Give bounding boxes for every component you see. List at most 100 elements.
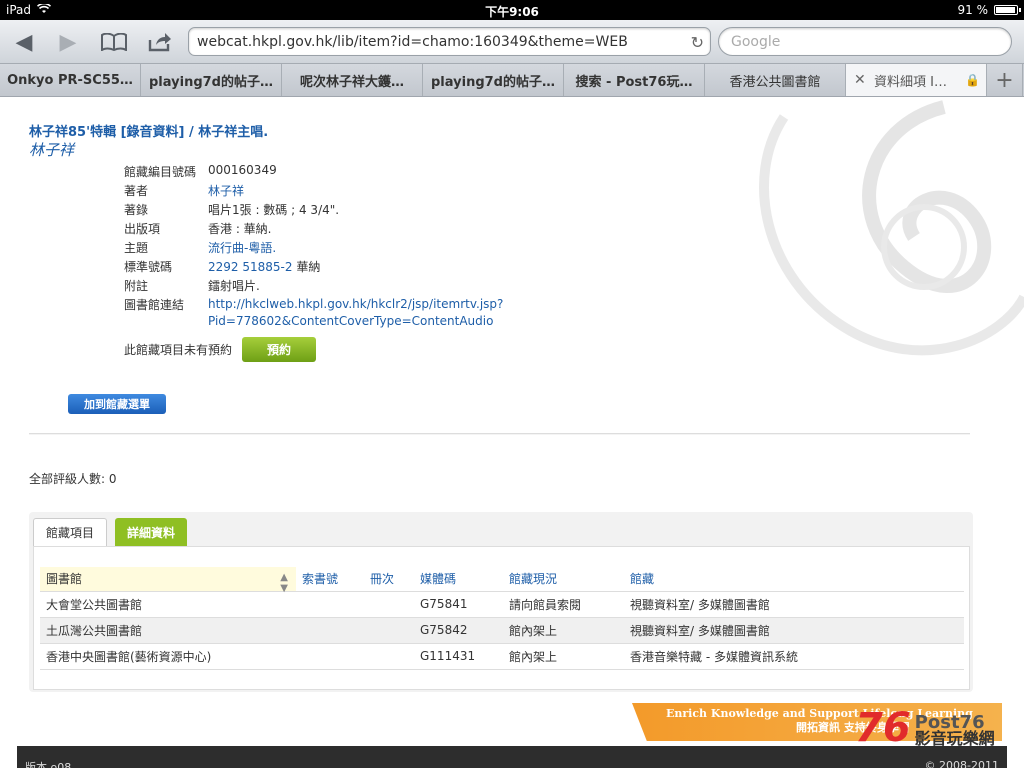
detail-key: 主題: [124, 241, 149, 255]
library-link[interactable]: http://hkclweb.hkpl.gov.hk/hkclr2/jsp/it…: [208, 296, 503, 332]
back-button[interactable]: ◀: [8, 28, 40, 56]
column-header[interactable]: 媒體碼: [414, 567, 503, 592]
forward-arrow-icon: ▶: [59, 29, 77, 55]
tab-label: 呢次林子祥大鑊…: [299, 74, 404, 90]
tab-bar: Onkyo PR-SC55… playing7d的帖子… 呢次林子祥大鑊… pl…: [0, 64, 1024, 97]
new-tab-button[interactable]: +: [987, 64, 1023, 96]
record-title[interactable]: 林子祥85'特輯 [錄音資料] / 林子祥主唱.: [29, 121, 268, 140]
author-link[interactable]: 林子祥: [208, 182, 244, 201]
tab-holdings[interactable]: 館藏項目: [33, 518, 108, 546]
detail-value-suffix: 華納: [292, 260, 321, 274]
cell-collection: 視聽資料室/ 多媒體圖書館: [624, 591, 964, 618]
detail-value: 鐳射唱片.: [208, 279, 260, 293]
browser-tab[interactable]: playing7d的帖子…: [423, 64, 564, 96]
version-text: 版本 o08: [25, 761, 72, 768]
detail-row: 著者 林子祥: [124, 182, 503, 201]
cell-media-code: G111431: [414, 643, 503, 670]
record-author[interactable]: 林子祥: [29, 139, 74, 160]
detail-key: 著者: [124, 184, 149, 198]
table-row: 香港中央圖書館(藝術資源中心) G111431 館內架上 香港音樂特藏 - 多媒…: [40, 643, 964, 670]
search-field[interactable]: Google: [718, 27, 1012, 56]
tab-label: 搜索 - Post76玩…: [575, 74, 693, 90]
bookmarks-button[interactable]: [98, 28, 130, 56]
detail-key: 標準號碼: [124, 260, 173, 274]
detail-row: 圖書館連結 http://hkclweb.hkpl.gov.hk/hkclr2/j…: [124, 296, 503, 332]
browser-toolbar: ◀ ▶ webcat.hkpl.gov.hk/lib/item?id=chamo…: [0, 20, 1024, 64]
subject-link[interactable]: 流行曲-粵語.: [208, 239, 276, 258]
library-link-line2: Pid=778602&ContentCoverType=ContentAudio: [208, 314, 494, 328]
cell-volume: [364, 591, 414, 618]
close-tab-icon[interactable]: ✕: [854, 72, 866, 88]
lock-icon: 🔒: [965, 73, 980, 87]
browser-tab[interactable]: Onkyo PR-SC55…: [0, 64, 141, 96]
detail-row: 出版項 香港 : 華納.: [124, 220, 503, 239]
tab-label: 資料細項 I…: [874, 74, 947, 90]
cell-media-code: G75842: [414, 617, 503, 644]
cell-collection: 香港音樂特藏 - 多媒體資訊系統: [624, 643, 964, 670]
browser-tab[interactable]: playing7d的帖子…: [141, 64, 282, 96]
tab-label: Onkyo PR-SC55…: [7, 72, 133, 88]
holdings-table-box: 圖書館 ▲ ▼ 索書號 冊次 媒體碼 館藏現況 館藏 大會堂公共圖書館 G75841…: [33, 546, 970, 690]
detail-value: 香港 : 華納.: [208, 222, 272, 236]
back-arrow-icon: ◀: [15, 29, 33, 55]
battery-icon: [994, 5, 1021, 15]
standard-number-link[interactable]: 2292 51885-2: [208, 260, 293, 274]
detail-key: 出版項: [124, 222, 161, 236]
library-link-line1: http://hkclweb.hkpl.gov.hk/hkclr2/jsp/it…: [208, 297, 504, 311]
detail-key: 圖書館連結: [124, 298, 185, 312]
column-header[interactable]: 館藏現況: [503, 567, 624, 592]
browser-tab[interactable]: 呢次林子祥大鑊…: [282, 64, 423, 96]
tab-label: playing7d的帖子…: [431, 74, 555, 90]
column-label: 圖書館: [46, 572, 83, 587]
detail-key: 館藏編目號碼: [124, 165, 197, 179]
reload-icon[interactable]: ↻: [691, 33, 704, 52]
address-bar[interactable]: webcat.hkpl.gov.hk/lib/item?id=chamo:160…: [188, 27, 711, 56]
cell-collection: 視聽資料室/ 多媒體圖書館: [624, 617, 964, 644]
cell-media-code: G75841: [414, 591, 503, 618]
cell-status: 館內架上: [503, 617, 624, 644]
reserve-note: 此館藏項目未有預約: [124, 343, 233, 357]
rating-count: 全部評級人數: 0: [29, 472, 117, 486]
browser-tab[interactable]: 搜索 - Post76玩…: [564, 64, 705, 96]
url-text: webcat.hkpl.gov.hk/lib/item?id=chamo:160…: [197, 34, 628, 50]
decorative-swirl: [759, 100, 1024, 356]
detail-key: 附註: [124, 279, 149, 293]
detail-key: 著錄: [124, 203, 149, 217]
detail-row: 主題 流行曲-粵語.: [124, 239, 503, 258]
holdings-table: 圖書館 ▲ ▼ 索書號 冊次 媒體碼 館藏現況 館藏 大會堂公共圖書館 G75841…: [40, 567, 964, 670]
browser-tab-active[interactable]: ✕ 資料細項 I… 🔒: [846, 64, 987, 96]
page-content: 林子祥85'特輯 [錄音資料] / 林子祥主唱. 林子祥 館藏編目號碼 00016…: [0, 97, 1024, 768]
column-header[interactable]: 館藏: [624, 567, 964, 592]
cell-volume: [364, 643, 414, 670]
detail-row: 著錄 唱片1張 : 數碼 ; 4 3/4".: [124, 201, 503, 220]
forward-button[interactable]: ▶: [52, 28, 84, 56]
reserve-button[interactable]: 預約: [242, 337, 317, 362]
detail-value: 000160349: [208, 163, 277, 177]
cell-library: 香港中央圖書館(藝術資源中心): [40, 643, 296, 670]
search-placeholder: Google: [731, 34, 781, 50]
divider: [29, 433, 970, 435]
column-header[interactable]: 冊次: [364, 567, 414, 592]
plus-icon: +: [995, 67, 1014, 93]
book-icon: [101, 33, 127, 51]
table-row: 大會堂公共圖書館 G75841 請向館員索閱 視聽資料室/ 多媒體圖書館: [40, 591, 964, 618]
battery-percent: 91 %: [957, 3, 989, 17]
record-details: 館藏編目號碼 000160349 著者 林子祥 著錄 唱片1張 : 數碼 ; 4 3/…: [124, 163, 503, 332]
add-to-list-button[interactable]: 加到館藏選單: [68, 394, 166, 414]
logo-subtext: 影音玩樂網: [914, 729, 995, 748]
ios-status-bar: iPad 下午9:06 91 %: [0, 0, 1024, 20]
cell-status: 館內架上: [503, 643, 624, 670]
detail-row: 標準號碼 2292 51885-2 華納: [124, 258, 503, 277]
column-header[interactable]: 索書號: [296, 567, 364, 592]
tab-details[interactable]: 詳細資料: [115, 518, 188, 546]
cell-call-number: [296, 617, 364, 644]
column-header-library[interactable]: 圖書館 ▲ ▼: [40, 567, 296, 594]
cell-call-number: [296, 643, 364, 670]
cell-volume: [364, 617, 414, 644]
share-icon: [148, 33, 171, 52]
detail-row: 館藏編目號碼 000160349: [124, 163, 503, 182]
tab-label: playing7d的帖子…: [149, 74, 273, 90]
browser-tab[interactable]: 香港公共圖書館: [705, 64, 846, 96]
share-button[interactable]: [144, 28, 176, 56]
table-header: 圖書館 ▲ ▼ 索書號 冊次 媒體碼 館藏現況 館藏: [40, 567, 964, 594]
